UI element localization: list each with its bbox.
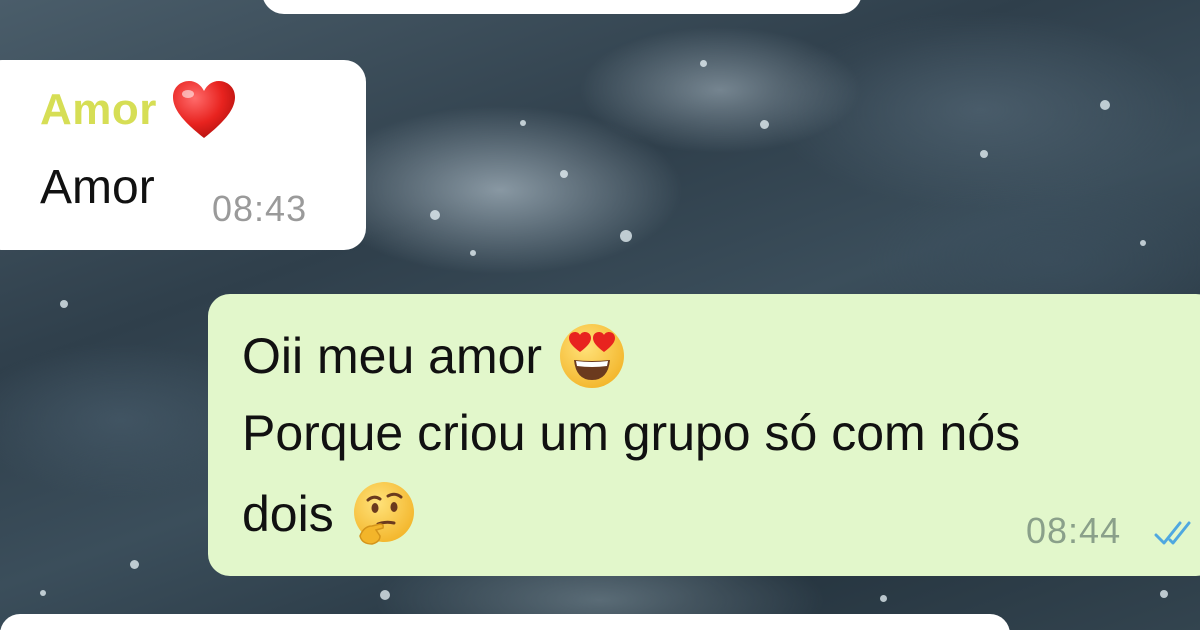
message-line: Porque criou um grupo só com nós [242, 404, 1020, 462]
wallpaper-sparkle [430, 210, 440, 220]
wallpaper-sparkle [880, 595, 887, 602]
message-line-text: dois [242, 486, 334, 542]
heart-eyes-emoji-icon [560, 324, 625, 388]
sender-header: Amor [40, 80, 237, 140]
wallpaper-sparkle [1140, 240, 1146, 246]
sender-name[interactable]: Amor [40, 85, 157, 135]
thinking-face-emoji-icon [353, 482, 414, 545]
wallpaper-sparkle [760, 120, 769, 129]
wallpaper-sparkle [130, 560, 139, 569]
double-check-read-icon [1154, 521, 1191, 545]
red-heart-icon [172, 81, 235, 138]
wallpaper-sparkle [620, 230, 632, 242]
message-line-text: Porque criou um grupo só com nós [242, 405, 1021, 461]
wallpaper-sparkle [560, 170, 568, 178]
message-line-text: Oii meu amor [242, 328, 543, 384]
message-timestamp: 08:43 [212, 188, 308, 229]
wallpaper-sparkle [980, 150, 988, 158]
message-line: dois [242, 480, 418, 548]
message-timestamp: 08:44 [1026, 510, 1122, 551]
previous-message-bubble[interactable] [262, 0, 862, 14]
wallpaper-sparkle [40, 590, 46, 596]
wallpaper-sparkle [60, 300, 68, 308]
wallpaper-sparkle [1100, 100, 1110, 110]
wallpaper-sparkle [700, 60, 707, 67]
wallpaper-sparkle [470, 250, 476, 256]
next-message-bubble[interactable] [0, 614, 1010, 630]
wallpaper-sparkle [1160, 590, 1168, 598]
wallpaper-sparkle [380, 590, 390, 600]
message-line: Oii meu amor [242, 322, 626, 390]
message-text: Amor [40, 161, 155, 214]
wallpaper-sparkle [520, 120, 526, 126]
